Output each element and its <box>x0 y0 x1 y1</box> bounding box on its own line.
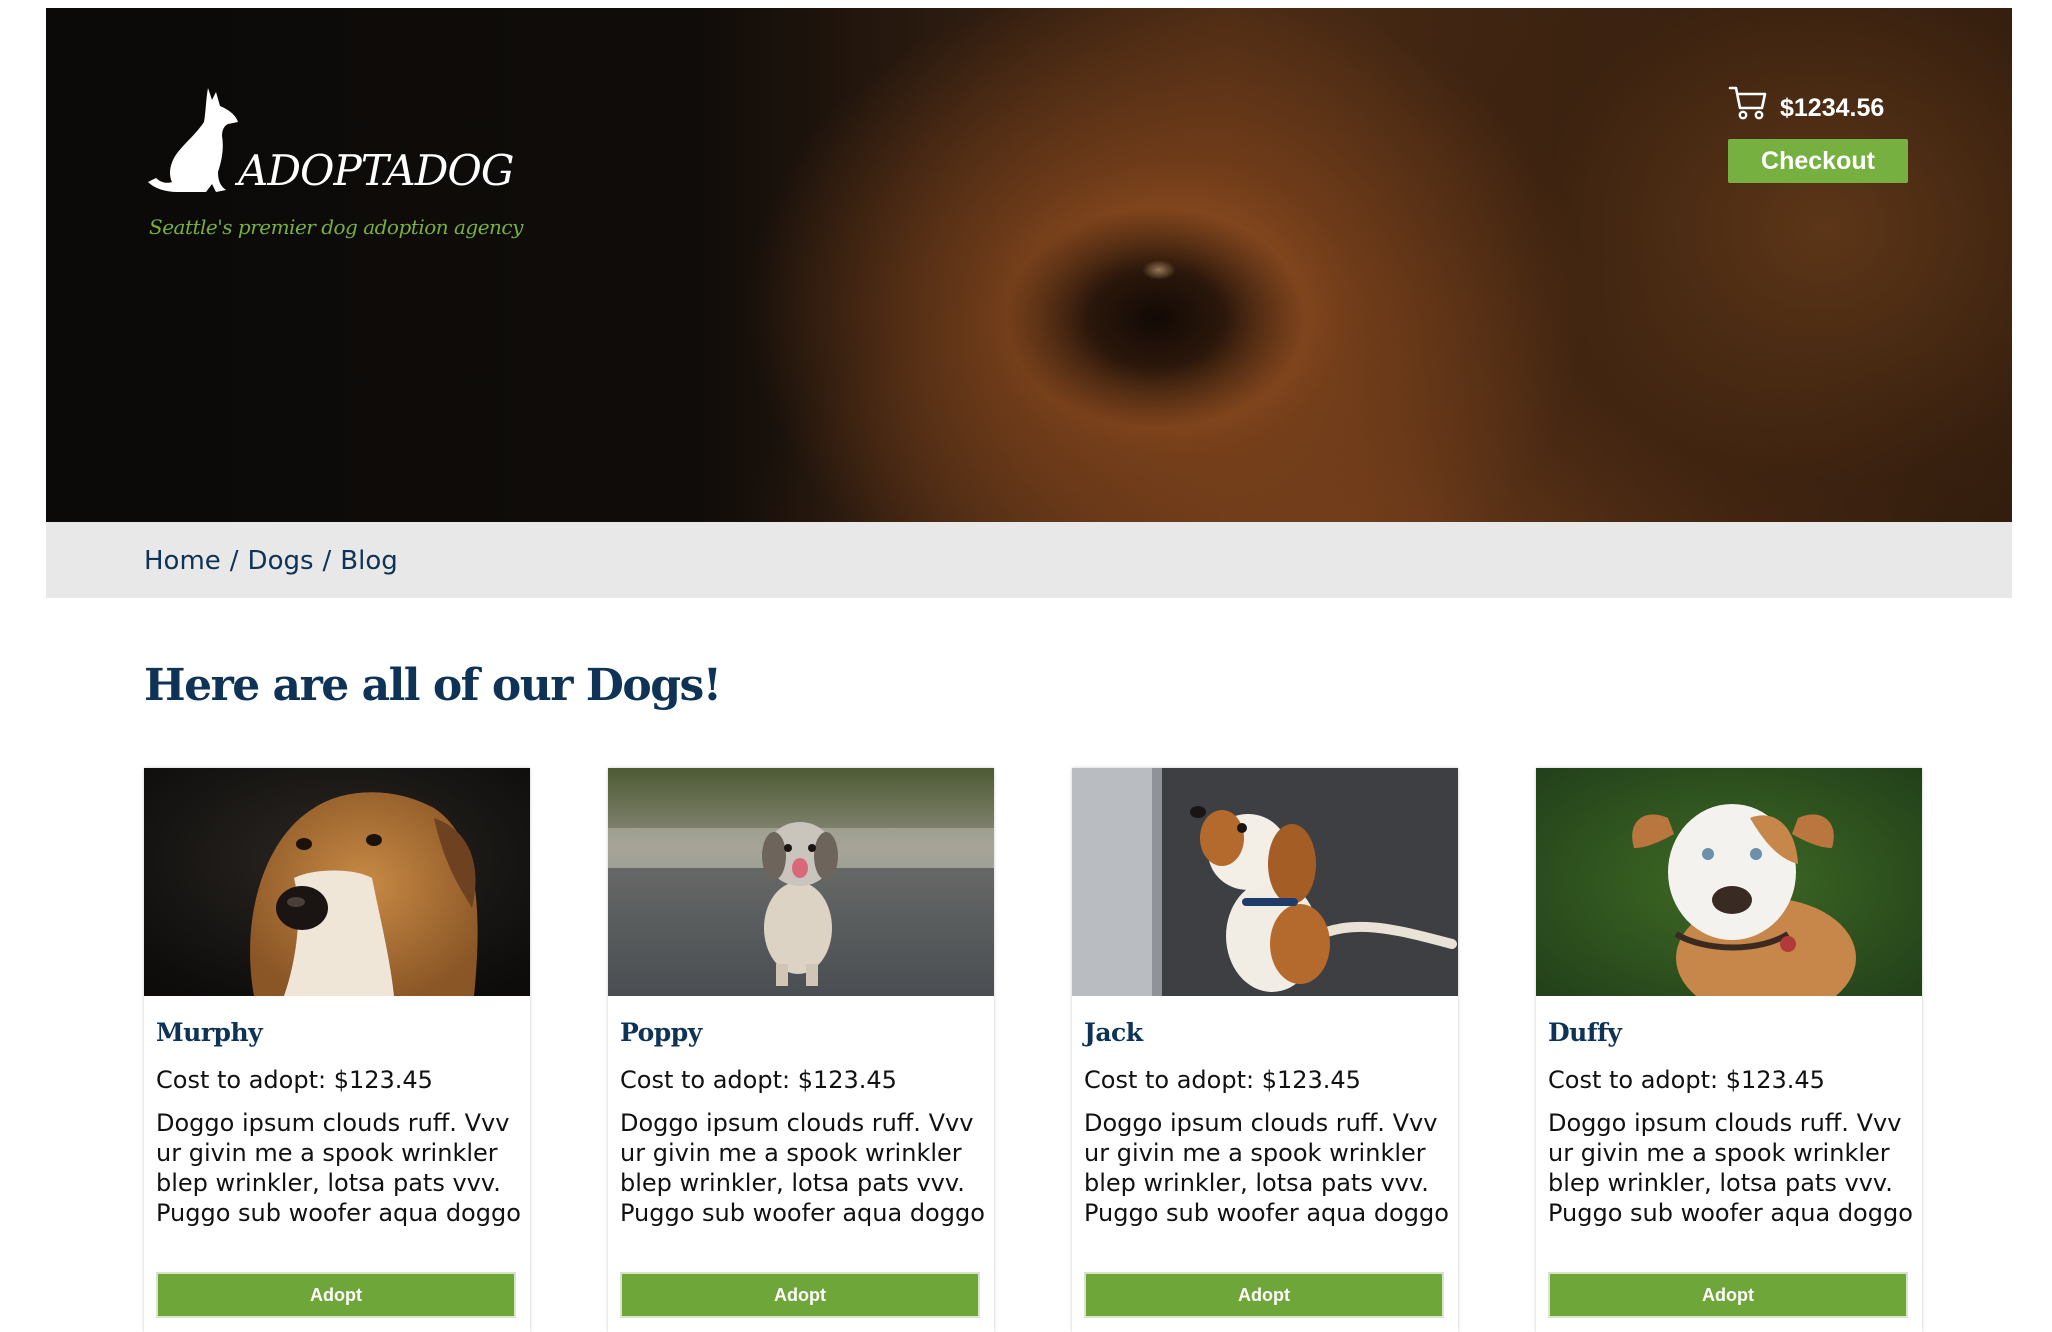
dog-card: Jack Cost to adopt: $123.45 Doggo ipsum … <box>1072 768 1458 1332</box>
cart-summary: $1234.56 Checkout <box>1728 84 1958 184</box>
dog-photo-poppy <box>608 768 994 996</box>
dog-description: Doggo ipsum clouds ruff. Vvv ur givin me… <box>1084 1109 1449 1227</box>
adopt-button-poppy[interactable]: Adopt <box>620 1272 980 1318</box>
dog-photo-jack <box>1072 768 1458 996</box>
breadcrumb-blog[interactable]: Blog <box>340 546 397 576</box>
adopt-button-jack[interactable]: Adopt <box>1084 1272 1444 1318</box>
breadcrumb-home[interactable]: Home <box>144 546 221 576</box>
dog-name: Poppy <box>620 1018 702 1047</box>
breadcrumb: Home / Dogs / Blog <box>144 546 398 576</box>
dog-silhouette-icon <box>148 88 238 192</box>
hero-banner: ADOPTADOG Seattle's premier dog adoption… <box>46 8 2012 522</box>
adopt-button-duffy[interactable]: Adopt <box>1548 1272 1908 1318</box>
dog-photo-duffy <box>1536 768 1922 996</box>
breadcrumb-separator: / <box>229 546 239 576</box>
dog-description: Doggo ipsum clouds ruff. Vvv ur givin me… <box>620 1109 985 1227</box>
dog-cost: Cost to adopt: $123.45 <box>620 1066 897 1094</box>
dog-name: Jack <box>1084 1018 1143 1047</box>
dog-cost: Cost to adopt: $123.45 <box>1084 1066 1361 1094</box>
hero-eye-highlight <box>1142 260 1176 280</box>
dog-photo-murphy <box>144 768 530 996</box>
dog-card: Poppy Cost to adopt: $123.45 Doggo ipsum… <box>608 768 994 1332</box>
breadcrumb-bar: Home / Dogs / Blog <box>46 522 2012 598</box>
checkout-button[interactable]: Checkout <box>1728 139 1908 183</box>
dog-name: Murphy <box>156 1018 263 1047</box>
dog-cost: Cost to adopt: $123.45 <box>1548 1066 1825 1094</box>
breadcrumb-dogs[interactable]: Dogs <box>248 546 314 576</box>
brand-name: ADOPTADOG <box>238 146 514 195</box>
adopt-button-murphy[interactable]: Adopt <box>156 1272 516 1318</box>
cart-total: $1234.56 <box>1780 94 1885 122</box>
dog-card: Murphy Cost to adopt: $123.45 Doggo ipsu… <box>144 768 530 1332</box>
page-title: Here are all of our Dogs! <box>144 660 722 711</box>
dog-description: Doggo ipsum clouds ruff. Vvv ur givin me… <box>1548 1109 1913 1227</box>
dog-card: Duffy Cost to adopt: $123.45 Doggo ipsum… <box>1536 768 1922 1332</box>
dog-cost: Cost to adopt: $123.45 <box>156 1066 433 1094</box>
breadcrumb-separator: / <box>322 546 332 576</box>
shopping-cart-icon[interactable] <box>1728 84 1768 122</box>
dog-description: Doggo ipsum clouds ruff. Vvv ur givin me… <box>156 1109 521 1227</box>
brand-tagline: Seattle's premier dog adoption agency <box>149 215 523 239</box>
dog-name: Duffy <box>1548 1018 1622 1047</box>
